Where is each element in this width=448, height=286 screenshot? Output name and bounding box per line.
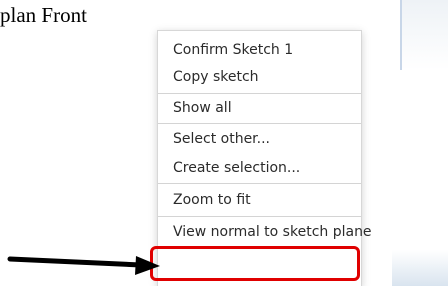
screenshot: plan Front Confirm Sketch 1 Copy sketch … xyxy=(0,0,448,286)
pointer-arrow-icon xyxy=(7,256,160,275)
